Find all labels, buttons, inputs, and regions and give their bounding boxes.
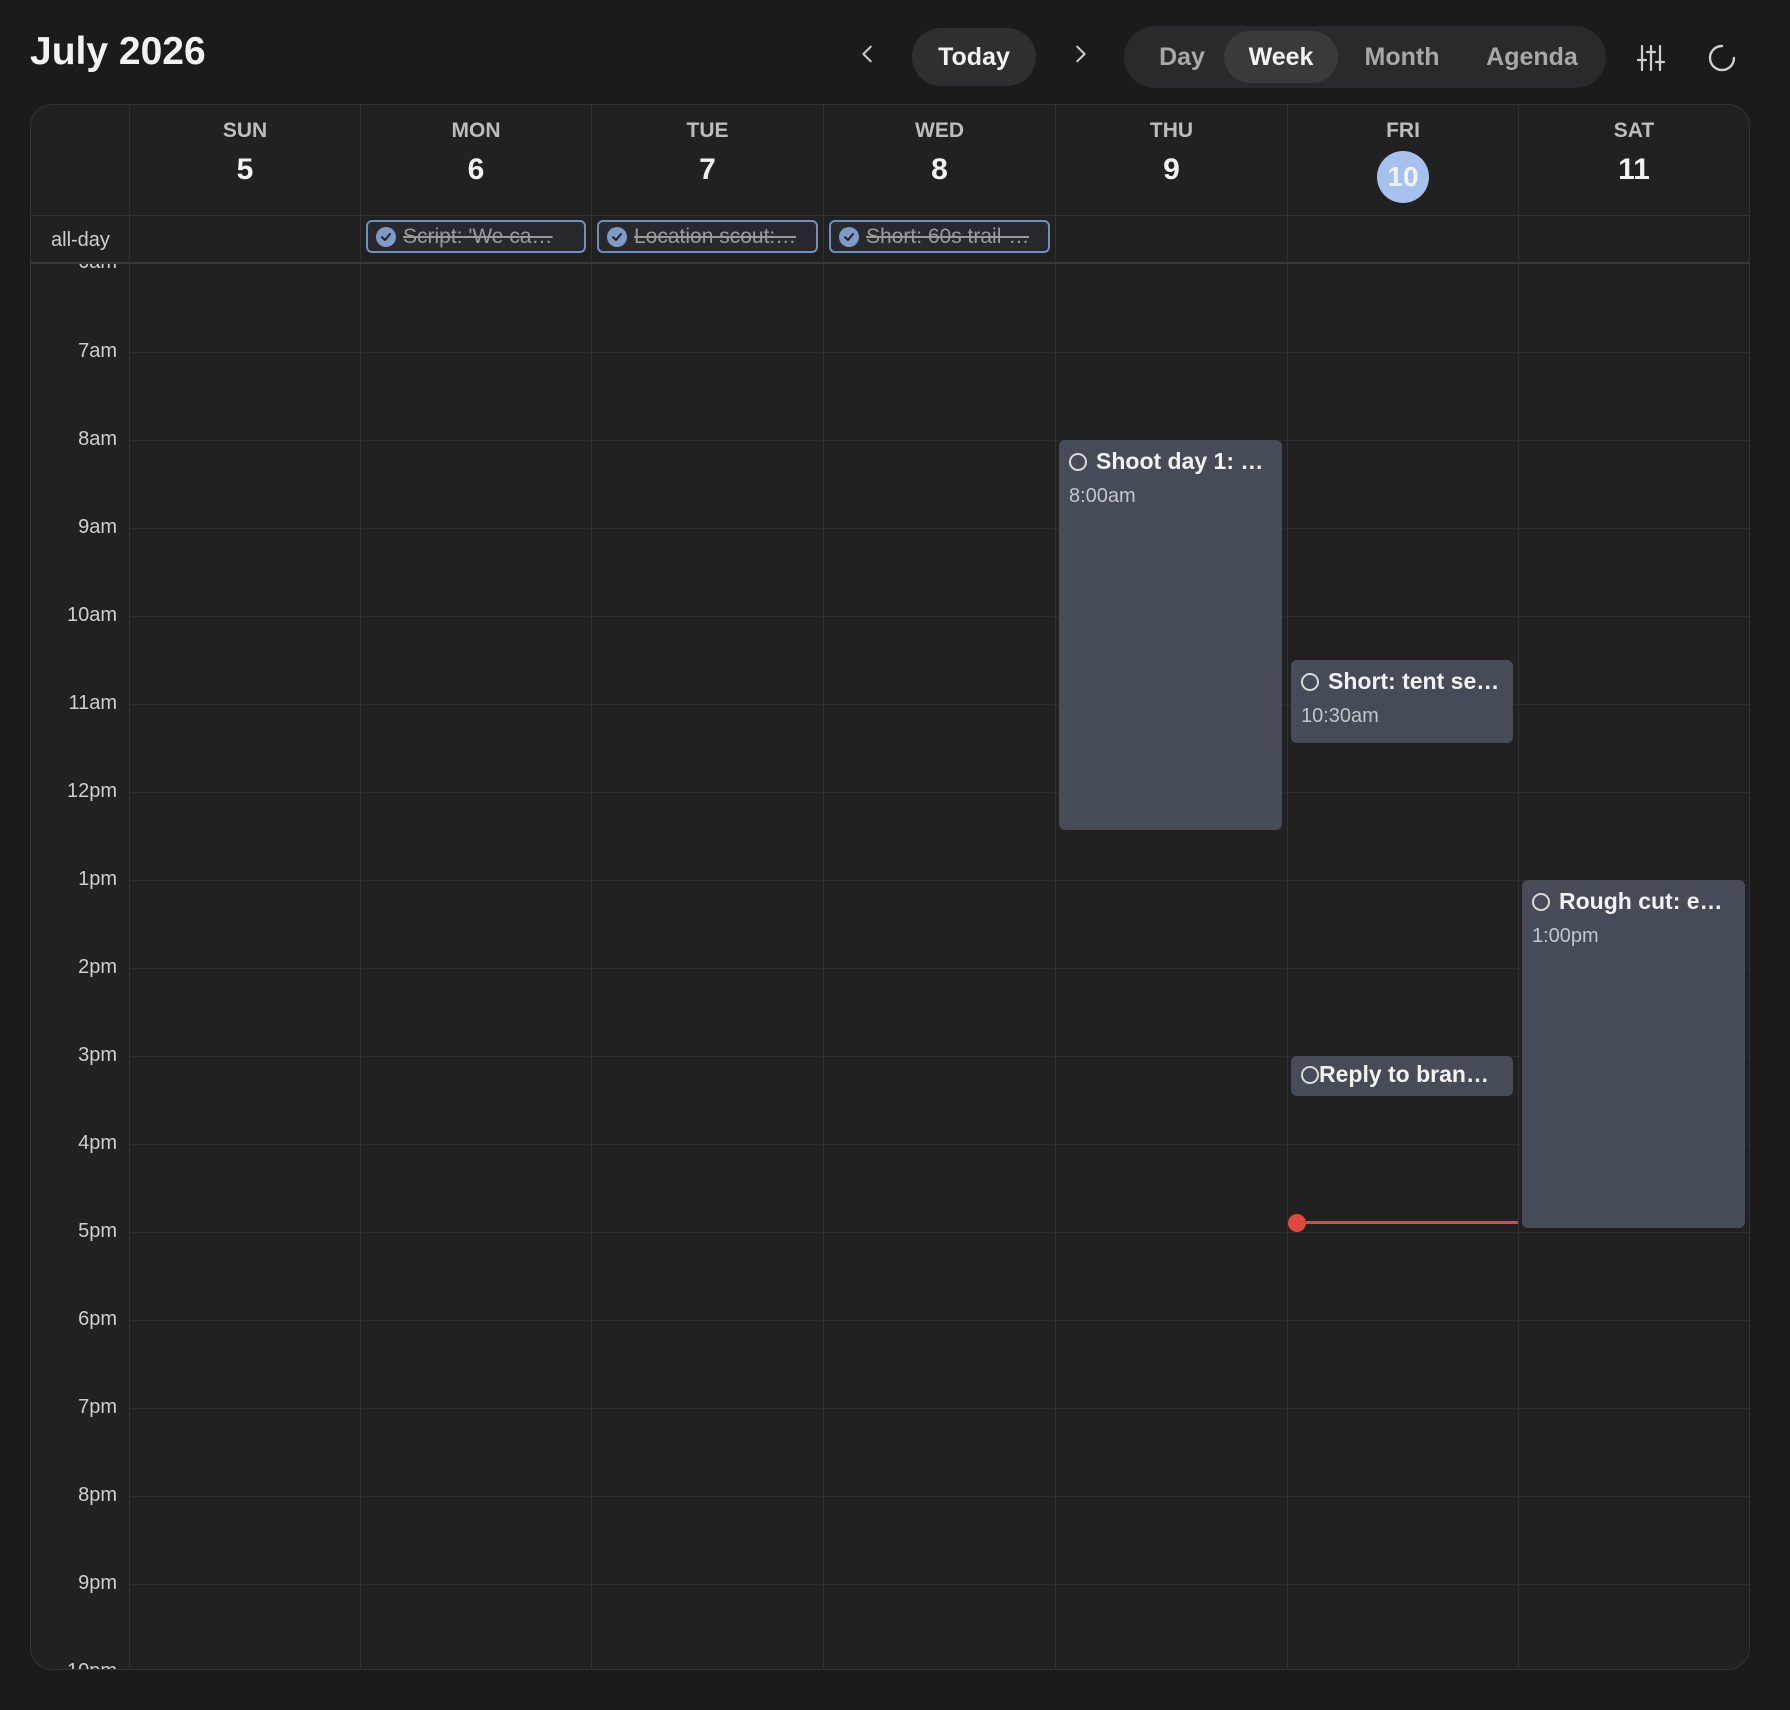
day-of-week: TUE [686, 119, 729, 142]
all-day-event[interactable]: Location scout:… [597, 220, 818, 253]
time-label: 7am [78, 340, 117, 362]
filter-button[interactable] [1629, 36, 1673, 80]
time-label: 2pm [78, 956, 117, 978]
all-day-event-title: Short: 60s trail-… [866, 224, 1030, 248]
event-title: Short: tent set… [1328, 668, 1503, 694]
view-week-tab[interactable]: Week [1224, 31, 1338, 83]
next-week-button[interactable] [1060, 34, 1100, 74]
time-label: 11am [68, 692, 117, 714]
view-day-tab[interactable]: Day [1140, 31, 1224, 83]
event-title: Rough cut: ep… [1559, 888, 1735, 914]
day-of-week: FRI [1386, 119, 1420, 142]
time-label: 6am [78, 264, 117, 274]
calendar-event[interactable]: Shoot day 1: ri… 8:00am [1059, 440, 1282, 830]
day-number: 7 [699, 153, 716, 186]
day-header-mon[interactable]: MON 6 [361, 105, 591, 215]
event-time: 8:00am [1069, 485, 1136, 507]
time-label: 7pm [78, 1396, 117, 1418]
day-header-thu[interactable]: THU 9 [1056, 105, 1287, 215]
day-header-fri[interactable]: FRI 10 [1288, 105, 1518, 215]
day-of-week: SAT [1613, 119, 1655, 142]
day-number: 8 [931, 153, 948, 186]
current-time-line [1295, 1221, 1518, 1224]
all-day-event-title: Script: 'We ca… [403, 224, 553, 248]
day-of-week: THU [1149, 119, 1194, 142]
day-of-week: SUN [222, 119, 268, 142]
time-label: 1pm [78, 868, 117, 890]
all-day-event-title: Location scout:… [634, 224, 797, 248]
event-time: 1:00pm [1532, 925, 1599, 947]
day-of-week: MON [451, 119, 501, 142]
time-label: 10pm [67, 1660, 117, 1669]
time-label: 3pm [78, 1044, 117, 1066]
time-label: 8pm [78, 1484, 117, 1506]
checkmark-icon [376, 226, 396, 247]
today-button[interactable]: Today [912, 28, 1036, 86]
time-label: 5pm [78, 1220, 117, 1242]
chevron-left-icon [862, 45, 872, 63]
day-number: 11 [1618, 153, 1650, 186]
time-grid[interactable]: 6am 7am 8am 9am 10am 11am 12pm 1pm 2pm 3… [31, 264, 1749, 1669]
refresh-button[interactable] [1700, 36, 1744, 80]
day-header-sat[interactable]: SAT 11 [1519, 105, 1749, 215]
time-label: 6pm [78, 1308, 117, 1330]
day-header-wed[interactable]: WED 8 [824, 105, 1055, 215]
checkmark-icon [839, 226, 859, 247]
view-agenda-tab[interactable]: Agenda [1468, 31, 1596, 83]
time-label: 9pm [78, 1572, 117, 1594]
time-label: 12pm [66, 780, 117, 802]
calendar-event[interactable]: Rough cut: ep… 1:00pm [1522, 880, 1745, 1228]
time-label: 9am [78, 516, 117, 538]
time-label: 10am [66, 604, 117, 626]
day-number: 9 [1163, 153, 1180, 186]
calendar-event[interactable]: Short: tent set… 10:30am [1291, 660, 1513, 743]
incomplete-circle-icon[interactable] [1069, 452, 1087, 471]
all-day-event[interactable]: Short: 60s trail-… [829, 220, 1050, 253]
all-day-event[interactable]: Script: 'We ca… [366, 220, 586, 253]
incomplete-circle-icon[interactable] [1301, 672, 1319, 691]
incomplete-circle-icon[interactable] [1532, 892, 1550, 911]
day-number: 5 [236, 153, 254, 186]
today-day-number: 10 [1377, 151, 1429, 203]
view-switcher: Day Week Month Agenda [1124, 26, 1606, 88]
calendar-event[interactable]: Reply to brand … [1291, 1056, 1513, 1096]
refresh-icon [1708, 44, 1736, 72]
day-of-week: WED [915, 119, 964, 142]
all-day-label: all-day [51, 229, 110, 251]
event-time: 10:30am [1301, 705, 1379, 727]
incomplete-circle-icon[interactable] [1301, 1065, 1319, 1084]
day-header-sun[interactable]: SUN 5 [130, 105, 360, 215]
event-title: Shoot day 1: ri… [1096, 448, 1272, 474]
view-month-tab[interactable]: Month [1342, 31, 1462, 83]
day-number: 6 [467, 153, 485, 186]
event-title: Reply to brand … [1319, 1061, 1503, 1087]
checkmark-icon [607, 226, 627, 247]
chevron-right-icon [1076, 45, 1086, 63]
sliders-icon [1636, 44, 1666, 72]
time-label: 4pm [78, 1132, 117, 1154]
prev-week-button[interactable] [848, 34, 888, 74]
time-label: 8am [78, 428, 117, 450]
week-calendar: SUN 5 MON 6 TUE 7 WED 8 THU 9 FRI 10 SAT… [30, 104, 1750, 1670]
page-title: July 2026 [30, 30, 206, 73]
day-header-tue[interactable]: TUE 7 [592, 105, 823, 215]
